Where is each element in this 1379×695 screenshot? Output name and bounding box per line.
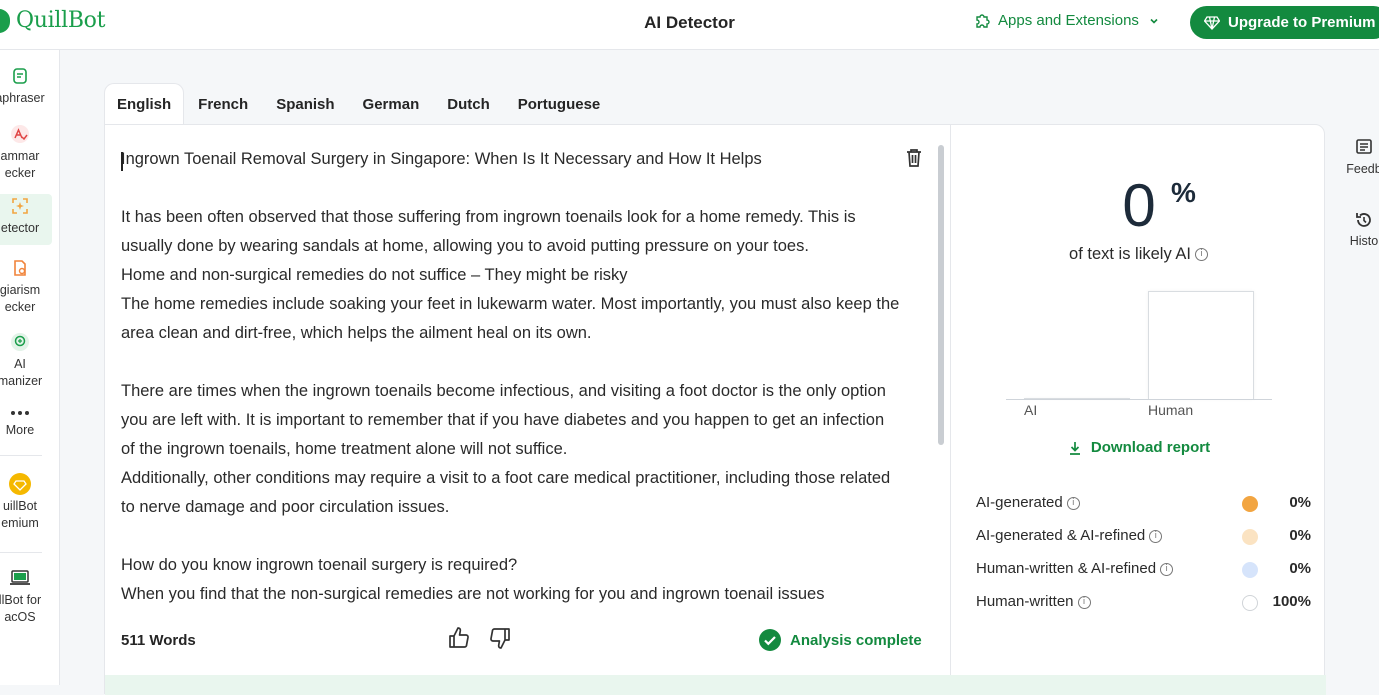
- download-icon: [1069, 441, 1080, 455]
- legend-row-human-ai-refined: Human-written & AI-refined i 0%: [976, 558, 1311, 591]
- legend-value: 0%: [1289, 494, 1311, 511]
- more-icon: [8, 406, 32, 420]
- tab-english[interactable]: English: [104, 83, 185, 125]
- text-editor[interactable]: Ingrown Toenail Removal Surgery in Singa…: [105, 125, 951, 615]
- info-icon[interactable]: i: [1194, 248, 1208, 262]
- rail-label: Feedb: [1346, 162, 1379, 176]
- subtitle-text: of text is likely AI: [1069, 245, 1191, 263]
- ai-percentage-subtitle: of text is likely AI i: [951, 245, 1326, 264]
- analysis-status: Analysis complete: [759, 629, 922, 651]
- check-circle-icon: [759, 629, 781, 651]
- legend-row-human-written: Human-written i 100%: [976, 591, 1311, 624]
- legend-row-ai-refined: AI-generated & AI-refined i 0%: [976, 525, 1311, 558]
- sidebar-item-label: ammar ecker: [0, 149, 40, 180]
- word-count: 511 Words: [121, 632, 196, 649]
- chart-axis: [1006, 399, 1272, 400]
- legend-dot: [1242, 496, 1258, 512]
- grammar-icon: [8, 122, 32, 146]
- sidebar-item-macos[interactable]: llBot for acOS: [0, 566, 52, 626]
- legend-row-ai-generated: AI-generated i 0%: [976, 492, 1311, 525]
- ai-percentage-sign: %: [1171, 177, 1196, 208]
- legend-value: 0%: [1289, 560, 1311, 577]
- download-label: Download report: [1090, 439, 1211, 456]
- history-icon: [1356, 213, 1371, 227]
- language-tabs: English French Spanish German Dutch Port…: [104, 83, 614, 125]
- apps-label: Apps and Extensions: [998, 12, 1139, 29]
- sidebar-item-more[interactable]: More: [0, 406, 52, 439]
- premium-diamond-icon: [8, 472, 32, 496]
- sidebar-item-ai-humanizer[interactable]: AI manizer: [0, 330, 52, 390]
- left-sidebar: aphraser ammar ecker etector giarism eck…: [0, 50, 60, 685]
- legend-name: Human-written & AI-refined: [976, 560, 1157, 577]
- chart-label-human: Human: [1148, 402, 1194, 418]
- sidebar-divider: [0, 455, 42, 456]
- tab-french[interactable]: French: [184, 83, 262, 125]
- editor-text[interactable]: Ingrown Toenail Removal Surgery in Singa…: [121, 145, 901, 609]
- diamond-icon: [1204, 15, 1220, 30]
- legend-dot: [1242, 595, 1258, 611]
- ai-human-bar-chart: AI Human: [1006, 290, 1272, 418]
- rail-item-feedback[interactable]: Feedb: [1340, 138, 1379, 176]
- page-title: AI Detector: [644, 13, 735, 32]
- sidebar-item-label: aphraser: [0, 91, 45, 105]
- legend-name: AI-generated & AI-refined: [976, 527, 1146, 544]
- info-icon[interactable]: i: [1066, 496, 1080, 510]
- legend-name: Human-written: [976, 593, 1074, 610]
- chevron-down-icon: [1150, 18, 1158, 24]
- info-icon[interactable]: i: [1149, 529, 1163, 543]
- sidebar-item-label: giarism ecker: [0, 283, 41, 314]
- apps-and-extensions-menu[interactable]: Apps and Extensions: [974, 12, 1161, 29]
- legend-value: 100%: [1272, 593, 1311, 610]
- legend-name: AI-generated: [976, 494, 1063, 511]
- legend-value: 0%: [1289, 527, 1311, 544]
- thumbs-down-icon[interactable]: [488, 626, 512, 655]
- rail-item-history[interactable]: Histo: [1340, 210, 1379, 248]
- tab-dutch[interactable]: Dutch: [433, 83, 504, 125]
- info-icon[interactable]: i: [1160, 562, 1174, 576]
- sidebar-item-label: AI manizer: [0, 357, 43, 388]
- feedback-icon: [1356, 139, 1372, 154]
- thumbs-up-icon[interactable]: [447, 626, 471, 655]
- download-report-button[interactable]: Download report: [951, 439, 1326, 456]
- sidebar-item-plagiarism-checker[interactable]: giarism ecker: [0, 256, 52, 316]
- ai-percentage: 0 %: [951, 171, 1326, 240]
- chart-bar-human: [1148, 291, 1254, 399]
- sidebar-item-label: More: [5, 423, 35, 437]
- sidebar-item-paraphraser[interactable]: aphraser: [0, 64, 52, 107]
- results-panel: 0 % of text is likely AI i AI Human Downl…: [951, 125, 1326, 675]
- humanizer-icon: [8, 330, 32, 354]
- sidebar-item-premium[interactable]: uillBot emium: [0, 472, 52, 532]
- paraphraser-icon: [8, 64, 32, 88]
- detector-card: Ingrown Toenail Removal Surgery in Singa…: [104, 124, 1326, 695]
- info-icon[interactable]: i: [1077, 595, 1091, 609]
- ai-percentage-value: 0: [1122, 172, 1155, 239]
- bottom-highlight-strip: [105, 675, 1326, 695]
- legend-dot: [1242, 562, 1258, 578]
- tab-portuguese[interactable]: Portuguese: [504, 83, 615, 125]
- editor-footer: 511 Words Analysis complete: [105, 620, 951, 660]
- sidebar-item-label: uillBot emium: [1, 499, 39, 530]
- tab-german[interactable]: German: [349, 83, 434, 125]
- sidebar-divider: [0, 552, 42, 553]
- chart-label-ai: AI: [1024, 402, 1038, 418]
- detector-icon: [8, 194, 32, 218]
- analysis-status-text: Analysis complete: [790, 631, 922, 649]
- text-caret: [121, 152, 123, 171]
- sidebar-item-grammar-checker[interactable]: ammar ecker: [0, 122, 52, 182]
- sidebar-item-ai-detector[interactable]: etector: [0, 194, 52, 245]
- upgrade-premium-button[interactable]: Upgrade to Premium: [1190, 6, 1379, 39]
- sidebar-item-label: llBot for acOS: [0, 593, 42, 624]
- legend-dot: [1242, 529, 1258, 545]
- sidebar-item-label: etector: [0, 221, 40, 235]
- results-legend: AI-generated i 0% AI-generated & AI-refin…: [976, 492, 1311, 624]
- top-header: QuillBot AI Detector Apps and Extensions…: [0, 0, 1379, 50]
- tab-spanish[interactable]: Spanish: [262, 83, 348, 125]
- editor-scrollbar[interactable]: [938, 145, 944, 445]
- laptop-icon: [8, 566, 32, 590]
- rail-label: Histo: [1349, 234, 1379, 248]
- plagiarism-icon: [8, 256, 32, 280]
- puzzle-icon: [976, 13, 990, 28]
- upgrade-label: Upgrade to Premium: [1228, 14, 1376, 31]
- trash-icon[interactable]: [905, 148, 923, 173]
